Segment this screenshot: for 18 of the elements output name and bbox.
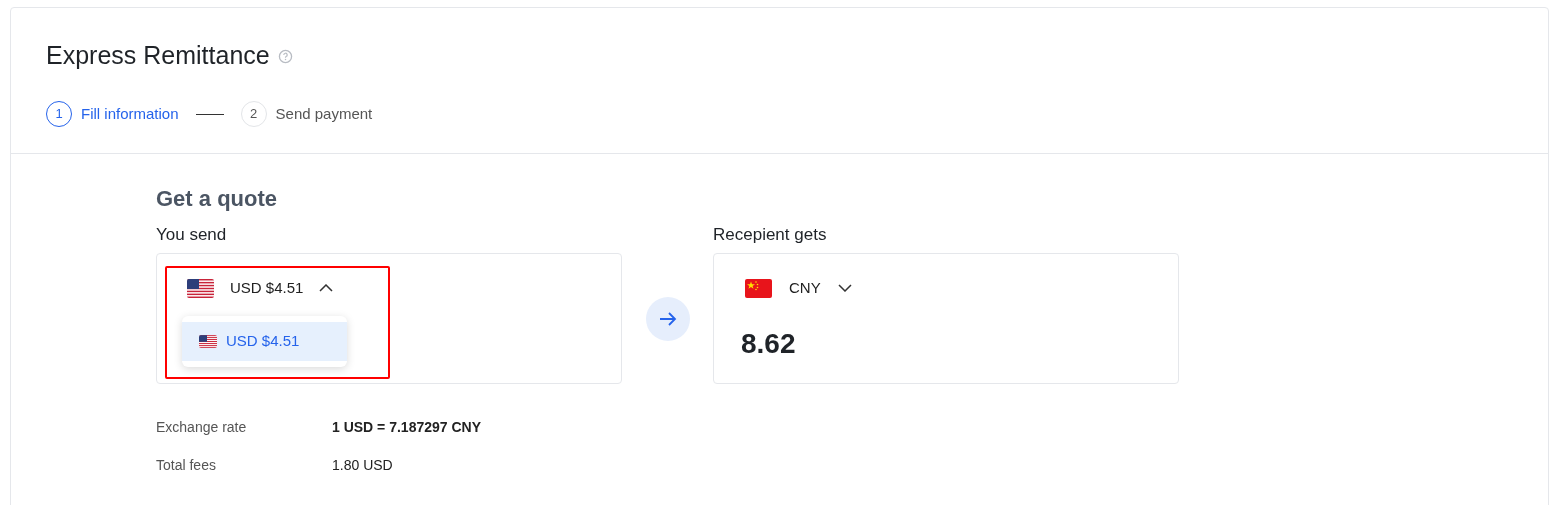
detail-label: Total fees xyxy=(156,456,217,475)
flag-icon xyxy=(745,278,772,298)
currency-select[interactable]: USD $4.51 xyxy=(187,277,334,300)
field-label: Recepient gets xyxy=(713,225,828,245)
dropdown-option[interactable]: USD $4.51 xyxy=(182,322,347,361)
amount-value: 8.62 xyxy=(741,327,796,361)
flag-icon xyxy=(187,278,214,298)
section-heading: Get a quote xyxy=(156,186,278,212)
detail-value: 1 USD = 7.187297 CNY xyxy=(332,418,482,437)
step: 1 Fill information xyxy=(46,101,179,127)
arrow-right-icon xyxy=(658,311,677,326)
detail-label: Exchange rate xyxy=(156,418,248,437)
currency-select[interactable]: CNY xyxy=(745,277,852,300)
field-label: You send xyxy=(156,225,228,245)
step: 2 Send payment xyxy=(240,101,373,127)
flag-icon xyxy=(199,335,217,348)
page-title: Express Remittance xyxy=(46,40,270,70)
detail-value: 1.80 USD xyxy=(332,456,393,475)
